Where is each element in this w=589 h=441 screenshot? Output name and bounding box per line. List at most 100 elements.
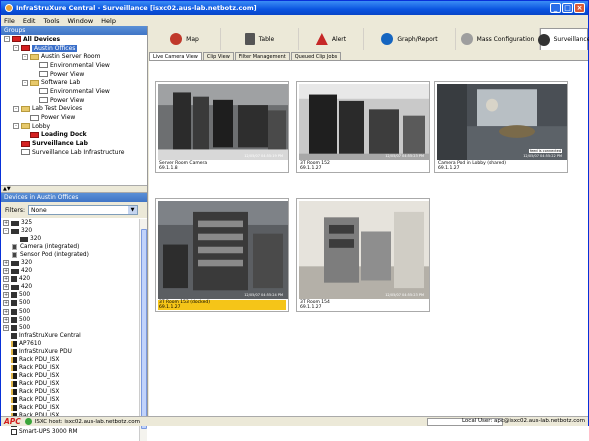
minimize-button[interactable]: _ [550, 3, 561, 13]
device-label: Sensor Pod (integrated) [20, 252, 89, 259]
device-list-item[interactable]: Rack PDU_ISX [1, 380, 139, 388]
toolbar-map-button[interactable]: Map [149, 28, 221, 50]
expand-icon[interactable]: + [3, 292, 9, 299]
close-button[interactable]: × [574, 3, 585, 13]
alert-icon [315, 33, 328, 45]
group-tree-item[interactable]: Loading Dock [1, 131, 147, 140]
collapse-icon[interactable]: - [13, 105, 19, 112]
group-tree-item[interactable]: - Lobby [1, 122, 147, 131]
camera-feed-image[interactable]: 12/05/07 04:55:24 PM [158, 201, 288, 299]
expand-icon[interactable]: + [3, 276, 9, 283]
group-tree-item[interactable]: Surveillance Lab [1, 139, 147, 148]
camera-tile[interactable]: 12/05/07 04:55:24 PM 3T Room 153 (docked)… [155, 198, 289, 312]
device-list-item[interactable]: +500 [1, 299, 139, 307]
device-list-item[interactable]: +500 [1, 308, 139, 316]
collapse-icon[interactable]: - [13, 45, 19, 52]
device-list-item[interactable]: +500 [1, 324, 139, 332]
toolbar-mass-configuration-button[interactable]: Mass Configuration [456, 28, 540, 50]
expand-icon[interactable]: + [3, 220, 9, 227]
expand-icon[interactable]: + [3, 300, 9, 307]
scrollbar-thumb[interactable] [141, 229, 147, 429]
maximize-button[interactable]: □ [562, 3, 573, 13]
camera-tile[interactable]: 12/05/07 04:55:23 PM 3T Room 154 69.1.1.27 [296, 198, 430, 312]
group-tree-item[interactable]: - Software Lab [1, 78, 147, 87]
menu-tools[interactable]: Tools [43, 17, 59, 25]
toolbar-table-button[interactable]: Table [221, 28, 299, 50]
collapse-icon[interactable]: - [4, 36, 10, 43]
device-list-scrollbar[interactable] [139, 219, 147, 441]
collapse-icon[interactable]: - [22, 79, 28, 86]
camera-tile[interactable]: 12/05/07 04:55:22 PM feed is connected Cam… [434, 81, 568, 173]
device-list-item[interactable]: Rack PDU_ISX [1, 372, 139, 380]
group-tree-item[interactable]: Environmental View [1, 61, 147, 70]
collapse-icon[interactable]: - [3, 228, 9, 235]
device-list-item[interactable]: +320 [1, 259, 139, 267]
group-tree-item[interactable]: - Austin Server Room [1, 52, 147, 61]
collapse-icon[interactable]: - [22, 53, 28, 60]
pane-splitter[interactable]: ▲▼ [1, 185, 147, 193]
menu-window[interactable]: Window [68, 17, 94, 25]
device-list-item[interactable]: +500 [1, 291, 139, 299]
group-tree-item[interactable]: Power View [1, 113, 147, 122]
menu-file[interactable]: File [4, 17, 15, 25]
group-tree-label: Austin Server Room [41, 53, 101, 61]
camera-feed-image[interactable]: 12/05/07 04:55:23 PM [299, 201, 429, 299]
device-list-item[interactable]: Rack PDU_ISX [1, 364, 139, 372]
camera-tile[interactable]: 12/05/07 04:55:19 PM Server Room Camera 69… [155, 81, 289, 173]
chevron-down-icon[interactable]: ▼ [128, 206, 138, 214]
group-tree-item[interactable]: - All Devices [1, 35, 147, 44]
device-list-item[interactable]: +420 [1, 275, 139, 283]
device-list-item[interactable]: Rack PDU_ISX [1, 356, 139, 364]
group-tree-item[interactable]: - Lab Test Devices [1, 105, 147, 114]
camera-feed-image[interactable]: 12/05/07 04:55:19 PM [158, 84, 288, 160]
toolbar-surveillance-button[interactable]: Surveillance [537, 28, 589, 50]
menu-help[interactable]: Help [101, 17, 116, 25]
device-list-item[interactable]: Rack PDU_ISX [1, 404, 139, 412]
device-list-item[interactable]: AP7610 [1, 340, 139, 348]
tab-live-camera-view[interactable]: Live Camera View [149, 52, 202, 60]
device-list-item[interactable]: +420 [1, 283, 139, 291]
device-list-item[interactable]: 320 [1, 235, 139, 243]
folder-icon [21, 123, 30, 130]
camera-feed-image[interactable]: 12/05/07 04:55:22 PM feed is connected [437, 84, 567, 160]
folder-icon [30, 53, 39, 60]
device-list-item[interactable]: Rack PDU_ISX [1, 388, 139, 396]
expand-icon[interactable]: + [3, 260, 9, 267]
filters-select[interactable]: None ▼ [28, 205, 139, 215]
group-tree-item[interactable]: - Austin Offices [1, 44, 147, 53]
device-list-item[interactable]: Camera (integrated) [1, 243, 139, 251]
device-list-item[interactable]: - 320 [1, 227, 139, 235]
group-tree-item[interactable]: Environmental View [1, 87, 147, 96]
collapse-icon[interactable]: - [13, 123, 19, 130]
menu-edit[interactable]: Edit [23, 17, 36, 25]
filters-bar: Filters: None ▼ [1, 202, 147, 218]
device-icon [11, 332, 17, 339]
group-tree-item[interactable]: Surveillance Lab Infrastructure [1, 148, 147, 157]
device-label: 320 [21, 228, 33, 235]
device-list-item[interactable]: Sensor Pod (integrated) [1, 251, 139, 259]
group-tree-item[interactable]: Power View [1, 70, 147, 79]
expand-icon[interactable]: + [3, 268, 9, 275]
device-list-item[interactable]: +420 [1, 267, 139, 275]
group-tree-label: Environmental View [50, 61, 110, 69]
expand-icon[interactable]: + [3, 316, 9, 323]
camera-feed-image[interactable]: 12/05/07 04:55:23 PM [299, 84, 429, 160]
device-list-item[interactable]: +325 [1, 219, 139, 227]
device-list-item[interactable]: +500 [1, 316, 139, 324]
device-list-item[interactable]: Smart-UPS 3000 RM [1, 428, 139, 436]
status-bar: APC ISXC host: isxc02.aus-lab.netbotz.co… [1, 416, 588, 426]
camera-tile[interactable]: 12/05/07 04:55:23 PM 3T Room 152 69.1.1.27 [296, 81, 430, 173]
tab-queued-clip-jobs[interactable]: Queued Clip Jobs [290, 52, 342, 60]
toolbar-alert-button[interactable]: Alert [299, 28, 364, 50]
group-tree-item[interactable]: Power View [1, 96, 147, 105]
device-icon [11, 316, 17, 323]
expand-icon[interactable]: + [3, 308, 9, 315]
tab-filter-management[interactable]: Filter Management [234, 52, 290, 60]
tab-clip-view[interactable]: Clip View [202, 52, 234, 60]
device-list-item[interactable]: Rack PDU_ISX [1, 396, 139, 404]
expand-icon[interactable]: + [3, 324, 9, 331]
toolbar-graph-report-button[interactable]: Graph/Report [364, 28, 456, 50]
device-list-item[interactable]: InfraStruXure Central [1, 332, 139, 340]
device-list-item[interactable]: InfraStruXure PDU [1, 348, 139, 356]
expand-icon[interactable]: + [3, 284, 9, 291]
